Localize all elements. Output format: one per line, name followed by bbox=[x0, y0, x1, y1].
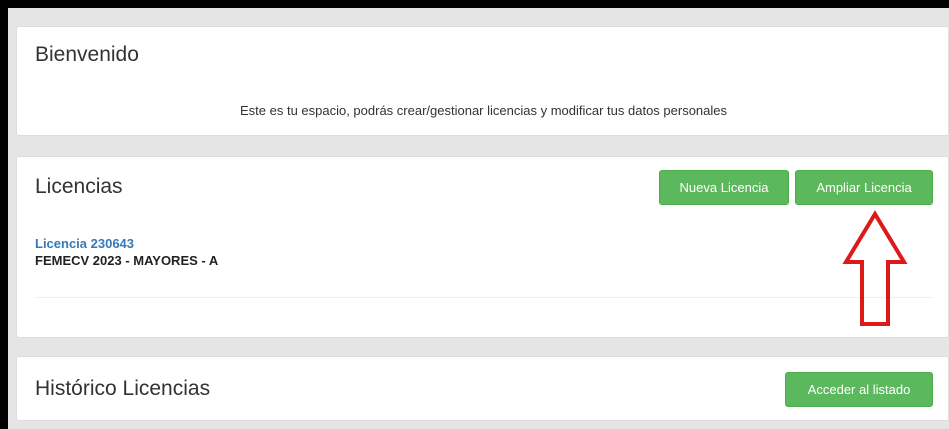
licencia-link[interactable]: Licencia 230643 bbox=[35, 236, 134, 251]
licencias-panel: Licencias Nueva Licencia Ampliar Licenci… bbox=[16, 156, 949, 338]
up-arrow-icon bbox=[842, 210, 908, 326]
nueva-licencia-button[interactable]: Nueva Licencia bbox=[659, 170, 789, 205]
licencia-description: FEMECV 2023 - MAYORES - A bbox=[35, 253, 219, 268]
page-content: Bienvenido Este es tu espacio, podrás cr… bbox=[8, 8, 949, 429]
historico-panel: Histórico Licencias Acceder al listado bbox=[16, 356, 949, 421]
historico-title: Histórico Licencias bbox=[35, 377, 211, 400]
licencias-title: Licencias bbox=[35, 175, 123, 198]
welcome-message: Este es tu espacio, podrás crear/gestion… bbox=[239, 103, 728, 118]
ampliar-licencia-button[interactable]: Ampliar Licencia bbox=[795, 170, 933, 205]
welcome-title: Bienvenido bbox=[35, 43, 139, 66]
list-divider bbox=[35, 297, 933, 298]
acceder-listado-button[interactable]: Acceder al listado bbox=[785, 372, 933, 407]
welcome-panel: Bienvenido Este es tu espacio, podrás cr… bbox=[16, 26, 949, 136]
